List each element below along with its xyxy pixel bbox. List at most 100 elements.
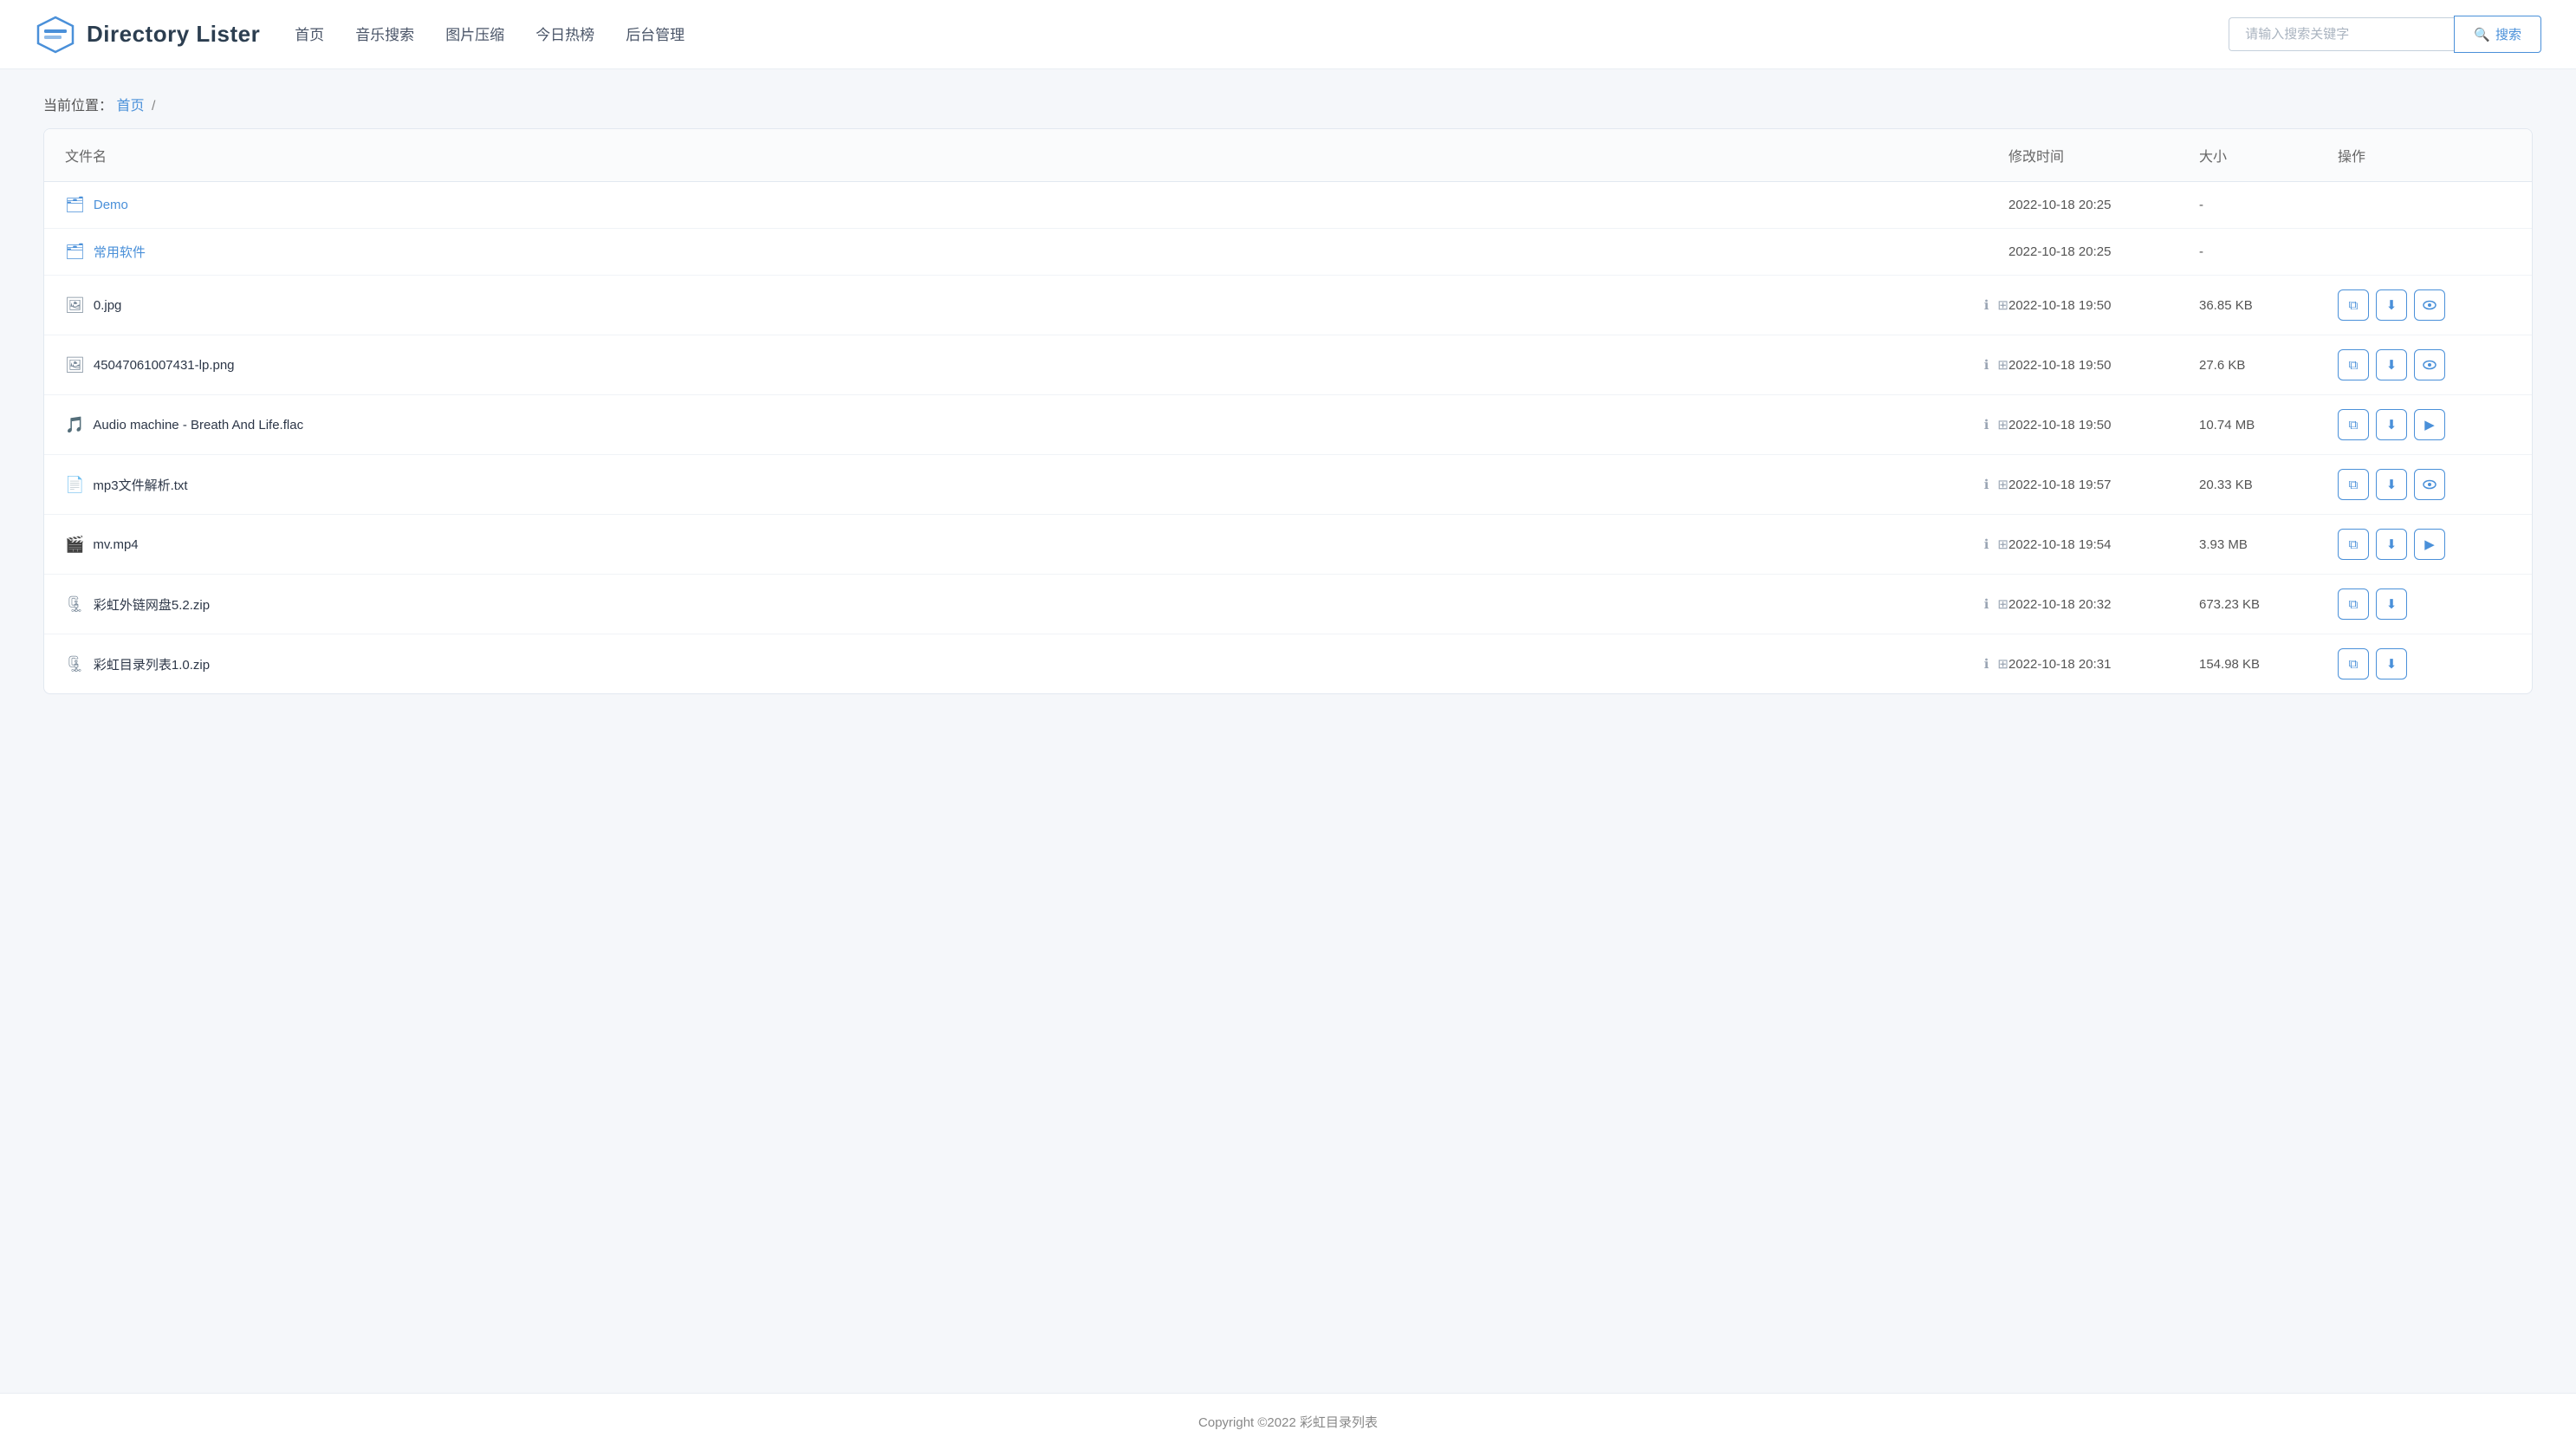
info-icon[interactable]: ℹ [1984, 297, 1989, 313]
action-cell: ⧉ ⬇ [2338, 648, 2511, 679]
file-name[interactable]: mv.mp4 [93, 537, 1968, 552]
file-name[interactable]: 彩虹外链网盘5.2.zip [94, 595, 1969, 614]
search-area: 🔍 搜索 [2229, 16, 2541, 53]
file-size: 27.6 KB [2199, 358, 2338, 373]
download-button[interactable]: ⬇ [2376, 349, 2407, 380]
file-size: 36.85 KB [2199, 298, 2338, 313]
file-icon: 🖼 [65, 296, 85, 315]
folder-icon: 🗂 [65, 243, 85, 261]
info-icon[interactable]: ℹ [1984, 536, 1989, 552]
table-row: 🗜 彩虹目录列表1.0.zip ℹ ⊞ 2022-10-18 20:31 154… [44, 634, 2532, 693]
copy-button[interactable]: ⧉ [2338, 289, 2369, 321]
file-modified: 2022-10-18 20:32 [2008, 597, 2199, 612]
copy-button[interactable]: ⧉ [2338, 648, 2369, 679]
file-name[interactable]: 常用软件 [94, 243, 2008, 261]
logo-icon [35, 14, 76, 55]
file-size: 3.93 MB [2199, 537, 2338, 552]
table-row: 📄 mp3文件解析.txt ℹ ⊞ 2022-10-18 19:57 20.33… [44, 455, 2532, 515]
copy-button[interactable]: ⧉ [2338, 349, 2369, 380]
file-size: 154.98 KB [2199, 657, 2338, 672]
file-modified: 2022-10-18 19:54 [2008, 537, 2199, 552]
file-meta-icons: ℹ ⊞ [1984, 477, 2008, 492]
main-content: 文件名 修改时间 大小 操作 🗂 Demo 2022-10-18 20:25 -… [0, 128, 2576, 1393]
copy-button[interactable]: ⧉ [2338, 588, 2369, 620]
view-button[interactable] [2414, 289, 2445, 321]
action-cell: ⧉ ⬇ [2338, 289, 2511, 321]
nav-admin[interactable]: 后台管理 [626, 19, 685, 49]
nav-music[interactable]: 音乐搜索 [355, 19, 414, 49]
file-icon: 🎬 [65, 536, 84, 554]
footer: Copyright ©2022 彩虹目录列表 [0, 1393, 2576, 1450]
info-icon[interactable]: ℹ [1984, 477, 1989, 492]
qr-icon[interactable]: ⊞ [1997, 477, 2008, 492]
file-name-cell: 🖼 45047061007431-lp.png ℹ ⊞ [65, 356, 2008, 374]
search-input[interactable] [2229, 17, 2454, 51]
table-row: 🎵 Audio machine - Breath And Life.flac ℹ… [44, 395, 2532, 455]
action-cell: ⧉ ⬇ ▶ [2338, 409, 2511, 440]
download-button[interactable]: ⬇ [2376, 469, 2407, 500]
copy-button[interactable]: ⧉ [2338, 469, 2369, 500]
breadcrumb-label: 当前位置： [43, 99, 113, 114]
search-btn-label: 搜索 [2495, 25, 2521, 43]
download-button[interactable]: ⬇ [2376, 289, 2407, 321]
qr-icon[interactable]: ⊞ [1997, 417, 2008, 432]
download-button[interactable]: ⬇ [2376, 409, 2407, 440]
file-meta-icons: ℹ ⊞ [1984, 596, 2008, 612]
main-nav: 首页 音乐搜索 图片压缩 今日热榜 后台管理 [295, 19, 2194, 49]
file-size: 673.23 KB [2199, 597, 2338, 612]
info-icon[interactable]: ℹ [1984, 596, 1989, 612]
file-meta-icons: ℹ ⊞ [1984, 417, 2008, 432]
file-name-cell: 🗜 彩虹外链网盘5.2.zip ℹ ⊞ [65, 595, 2008, 614]
qr-icon[interactable]: ⊞ [1997, 596, 2008, 612]
qr-icon[interactable]: ⊞ [1997, 297, 2008, 313]
file-name[interactable]: Demo [94, 198, 2008, 212]
col-filename: 文件名 [65, 145, 2008, 166]
copy-button[interactable]: ⧉ [2338, 529, 2369, 560]
play-button[interactable]: ▶ [2414, 409, 2445, 440]
nav-trending[interactable]: 今日热榜 [535, 19, 594, 49]
info-icon[interactable]: ℹ [1984, 656, 1989, 672]
breadcrumb: 当前位置： 首页 / [0, 69, 2576, 128]
table-row: 🖼 0.jpg ℹ ⊞ 2022-10-18 19:50 36.85 KB ⧉ … [44, 276, 2532, 335]
download-button[interactable]: ⬇ [2376, 648, 2407, 679]
view-button[interactable] [2414, 349, 2445, 380]
search-icon: 🔍 [2474, 27, 2490, 42]
table-row: 🎬 mv.mp4 ℹ ⊞ 2022-10-18 19:54 3.93 MB ⧉ … [44, 515, 2532, 575]
info-icon[interactable]: ℹ [1984, 357, 1989, 373]
breadcrumb-home-link[interactable]: 首页 [116, 99, 144, 114]
file-name[interactable]: mp3文件解析.txt [93, 476, 1968, 494]
file-name[interactable]: Audio machine - Breath And Life.flac [93, 418, 1968, 432]
file-name[interactable]: 45047061007431-lp.png [94, 358, 1969, 373]
file-icon: 📄 [65, 476, 84, 494]
file-name-cell: 🖼 0.jpg ℹ ⊞ [65, 296, 2008, 315]
logo-area: Directory Lister [35, 14, 260, 55]
info-icon[interactable]: ℹ [1984, 417, 1989, 432]
table-row: 🖼 45047061007431-lp.png ℹ ⊞ 2022-10-18 1… [44, 335, 2532, 395]
file-modified: 2022-10-18 20:25 [2008, 244, 2199, 259]
file-icon: 🎵 [65, 416, 84, 434]
copy-button[interactable]: ⧉ [2338, 409, 2369, 440]
file-name[interactable]: 彩虹目录列表1.0.zip [94, 655, 1969, 673]
download-button[interactable]: ⬇ [2376, 529, 2407, 560]
file-icon: 🗜 [65, 655, 85, 673]
file-name-cell: 📄 mp3文件解析.txt ℹ ⊞ [65, 476, 2008, 494]
file-meta-icons: ℹ ⊞ [1984, 357, 2008, 373]
play-button[interactable]: ▶ [2414, 529, 2445, 560]
qr-icon[interactable]: ⊞ [1997, 656, 2008, 672]
download-button[interactable]: ⬇ [2376, 588, 2407, 620]
table-row: 🗜 彩虹外链网盘5.2.zip ℹ ⊞ 2022-10-18 20:32 673… [44, 575, 2532, 634]
file-name-cell: 🎬 mv.mp4 ℹ ⊞ [65, 536, 2008, 554]
nav-image[interactable]: 图片压缩 [445, 19, 504, 49]
nav-home[interactable]: 首页 [295, 19, 324, 49]
file-size: - [2199, 244, 2338, 259]
qr-icon[interactable]: ⊞ [1997, 536, 2008, 552]
footer-text: Copyright ©2022 彩虹目录列表 [1198, 1415, 1378, 1430]
search-button[interactable]: 🔍 搜索 [2454, 16, 2541, 53]
file-modified: 2022-10-18 19:50 [2008, 358, 2199, 373]
file-size: 10.74 MB [2199, 418, 2338, 432]
qr-icon[interactable]: ⊞ [1997, 357, 2008, 373]
view-button[interactable] [2414, 469, 2445, 500]
file-name[interactable]: 0.jpg [94, 298, 1969, 313]
table-row: 🗂 Demo 2022-10-18 20:25 - [44, 182, 2532, 229]
col-modified: 修改时间 [2008, 145, 2199, 166]
